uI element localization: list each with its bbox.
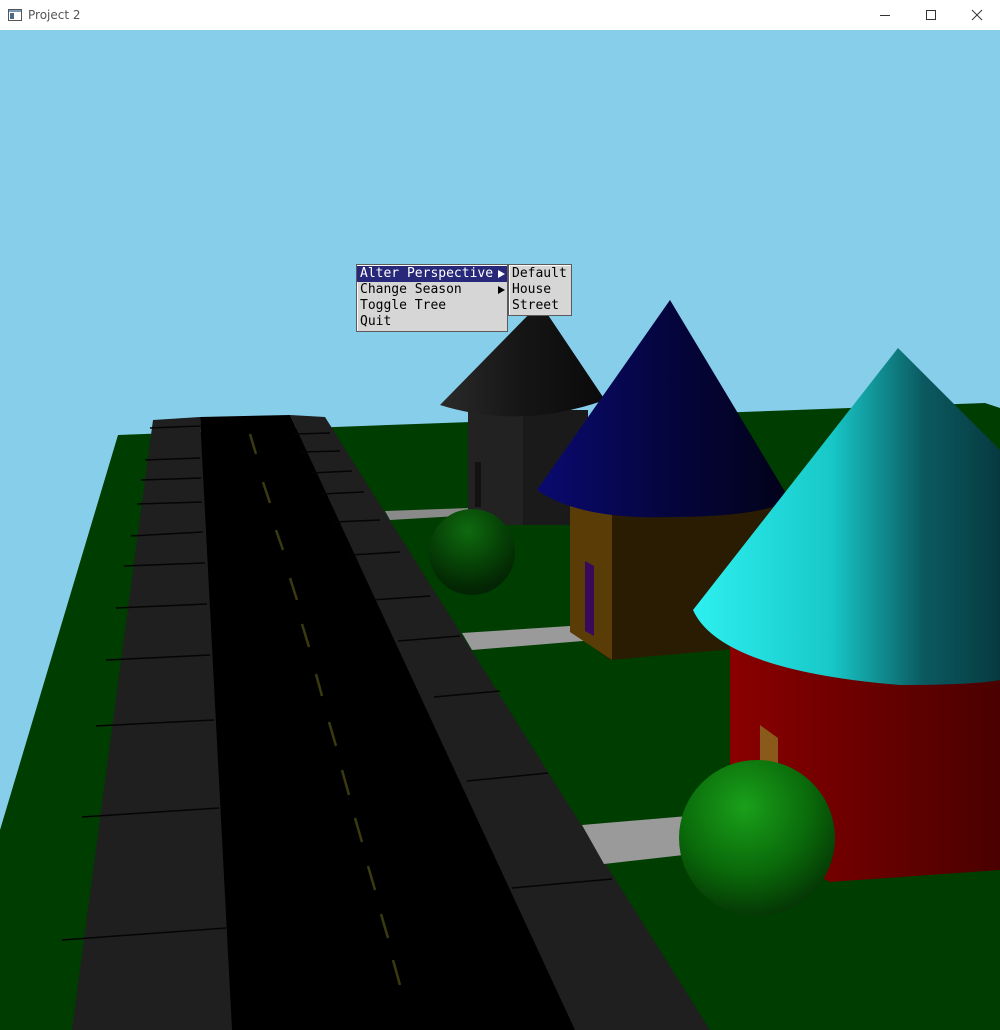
menu-item-label: Alter Perspective (360, 266, 494, 281)
menu-item-label: Toggle Tree (360, 298, 447, 313)
maximize-icon (926, 10, 936, 20)
maximize-button[interactable] (908, 0, 954, 30)
bush-far (429, 509, 515, 595)
menu-item-label: Quit (360, 314, 392, 329)
context-menu: Alter Perspective Change Season Toggle T… (356, 264, 508, 332)
house-far-door (475, 462, 481, 507)
submenu-arrow-icon (498, 286, 505, 294)
menu-item-label: Change Season (360, 282, 462, 297)
submenu-item-label: Street (512, 298, 559, 313)
submenu-item-default[interactable]: Default (509, 266, 571, 282)
menu-item-change-season[interactable]: Change Season (357, 282, 507, 298)
menu-item-quit[interactable]: Quit (357, 314, 507, 330)
perspective-submenu: Default House Street (508, 264, 572, 316)
close-button[interactable] (954, 0, 1000, 30)
minimize-icon (880, 15, 890, 16)
submenu-item-street[interactable]: Street (509, 298, 571, 314)
menu-item-alter-perspective[interactable]: Alter Perspective (357, 266, 507, 282)
title-bar: Project 2 (0, 0, 1000, 30)
window-app-icon[interactable] (7, 7, 23, 23)
bush-near (679, 760, 835, 916)
menu-item-toggle-tree[interactable]: Toggle Tree (357, 298, 507, 314)
submenu-item-label: House (512, 282, 552, 297)
close-icon (971, 9, 983, 21)
submenu-item-label: Default (512, 266, 567, 281)
opengl-viewport[interactable] (0, 30, 1000, 1030)
submenu-arrow-icon (498, 270, 505, 278)
minimize-button[interactable] (862, 0, 908, 30)
house-mid-door (585, 561, 594, 636)
window-title: Project 2 (28, 8, 81, 22)
submenu-item-house[interactable]: House (509, 282, 571, 298)
